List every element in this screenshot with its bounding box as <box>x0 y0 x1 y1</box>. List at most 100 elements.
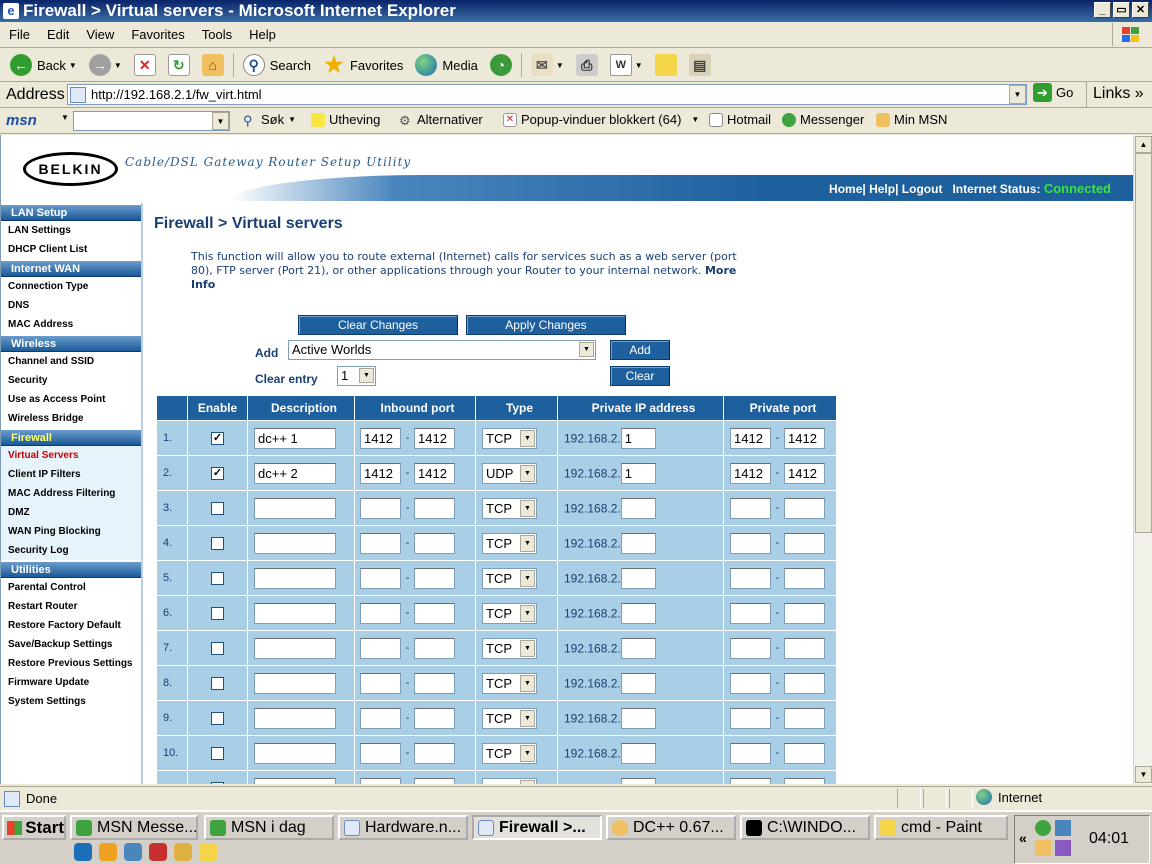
inbound-port-to-input[interactable] <box>414 637 455 659</box>
enable-checkbox[interactable] <box>211 641 224 655</box>
inbound-port-to-input[interactable] <box>414 672 455 694</box>
task-dcpp[interactable]: DC++ 0.67... <box>606 815 736 840</box>
enable-checkbox[interactable] <box>211 606 224 620</box>
favorites-button[interactable]: ★ Favorites <box>317 51 409 79</box>
chevron-down-icon[interactable]: ▼ <box>520 464 535 482</box>
clear-changes-button[interactable]: Clear Changes <box>298 315 458 335</box>
protocol-select[interactable]: TCP ▼ <box>482 532 537 554</box>
sidebar-heading-lan-setup[interactable]: LAN Setup <box>1 205 141 221</box>
description-input[interactable] <box>254 567 336 589</box>
enable-checkbox[interactable] <box>211 676 224 690</box>
private-ip-input[interactable] <box>620 497 656 519</box>
sidebar-heading-firewall[interactable]: Firewall <box>1 430 141 446</box>
menu-help[interactable]: Help <box>240 27 284 42</box>
sidebar-item-dns[interactable]: DNS <box>1 296 141 315</box>
logout-link[interactable]: Logout <box>902 182 943 196</box>
private-ip-input[interactable]: 1 <box>620 427 656 449</box>
enable-checkbox[interactable] <box>211 571 224 585</box>
protocol-select[interactable]: TCP ▼ <box>482 707 537 729</box>
inbound-port-from-input[interactable] <box>360 497 401 519</box>
inbound-port-to-input[interactable] <box>414 742 455 764</box>
private-port-from-input[interactable]: 1412 <box>730 427 771 449</box>
private-port-from-input[interactable]: 1412 <box>730 462 771 484</box>
chevron-down-icon[interactable]: ▼ <box>212 112 229 130</box>
sidebar-item-system-settings[interactable]: System Settings <box>1 692 141 711</box>
sidebar-item-mac-filtering[interactable]: MAC Address Filtering <box>1 484 141 503</box>
scroll-thumb[interactable] <box>1135 153 1152 533</box>
description-input[interactable]: dc++ 2 <box>254 462 336 484</box>
tool-icon[interactable] <box>174 843 192 861</box>
private-ip-input[interactable] <box>620 742 656 764</box>
private-ip-input[interactable] <box>620 567 656 589</box>
sidebar-item-wireless-bridge[interactable]: Wireless Bridge <box>1 409 141 428</box>
dropdown-arrow-icon[interactable]: ▼ <box>635 61 643 70</box>
private-ip-input[interactable] <box>620 637 656 659</box>
inbound-port-to-input[interactable]: 1412 <box>414 462 455 484</box>
edit-button[interactable]: W ▼ <box>604 51 649 79</box>
tray-expand-icon[interactable]: « <box>1019 830 1027 846</box>
private-ip-input[interactable] <box>620 532 656 554</box>
private-ip-input[interactable]: 1 <box>620 462 656 484</box>
ie-quicklaunch-icon[interactable] <box>74 843 92 861</box>
inbound-port-from-input[interactable] <box>360 672 401 694</box>
inbound-port-from-input[interactable]: 1412 <box>360 462 401 484</box>
private-port-from-input[interactable] <box>730 777 771 784</box>
private-port-to-input[interactable] <box>784 602 825 624</box>
scroll-down-icon[interactable]: ▼ <box>1135 766 1152 783</box>
stop-button[interactable]: ✕ <box>128 51 162 79</box>
inbound-port-to-input[interactable] <box>414 497 455 519</box>
description-input[interactable] <box>254 497 336 519</box>
sidebar-heading-internet-wan[interactable]: Internet WAN <box>1 261 141 277</box>
my-msn-button[interactable]: Min MSN <box>876 112 947 127</box>
protocol-select[interactable]: TCP ▼ <box>482 602 537 624</box>
dropdown-arrow-icon[interactable]: ▼ <box>556 61 564 70</box>
task-msn-i-dag[interactable]: MSN i dag <box>204 815 334 840</box>
print-button[interactable]: ⎙ <box>570 51 604 79</box>
chevron-down-icon[interactable]: ▼ <box>359 368 374 383</box>
msn-logo[interactable]: msn <box>0 112 58 129</box>
clock-app-icon[interactable] <box>199 843 217 861</box>
enable-checkbox[interactable] <box>211 536 224 550</box>
menu-edit[interactable]: Edit <box>38 27 77 42</box>
chevron-down-icon[interactable]: ▼ <box>520 639 535 657</box>
enable-checkbox[interactable]: ✓ <box>211 431 224 445</box>
enable-checkbox[interactable] <box>211 781 224 784</box>
mail-button[interactable]: ✉ ▼ <box>525 51 570 79</box>
private-port-to-input[interactable] <box>784 497 825 519</box>
refresh-button[interactable]: ↻ <box>162 51 196 79</box>
sidebar-item-access-point[interactable]: Use as Access Point <box>1 390 141 409</box>
messenger-tray-icon[interactable] <box>1035 820 1051 836</box>
chevron-down-icon[interactable]: ▼ <box>520 744 535 762</box>
clear-button[interactable]: Clear <box>610 366 670 386</box>
maximize-button[interactable]: ▭ <box>1113 2 1130 18</box>
close-button[interactable]: ✕ <box>1132 2 1149 18</box>
chevron-down-icon[interactable]: ▼ <box>520 429 535 447</box>
scroll-up-icon[interactable]: ▲ <box>1135 136 1152 153</box>
inbound-port-to-input[interactable] <box>414 532 455 554</box>
menu-favorites[interactable]: Favorites <box>122 27 192 42</box>
dropdown-arrow-icon[interactable]: ▼ <box>114 61 122 70</box>
sidebar-item-save-backup[interactable]: Save/Backup Settings <box>1 635 141 654</box>
private-port-to-input[interactable] <box>784 532 825 554</box>
private-ip-input[interactable] <box>620 672 656 694</box>
highlight-button[interactable]: Utheving <box>311 112 380 127</box>
inbound-port-from-input[interactable] <box>360 707 401 729</box>
private-port-from-input[interactable] <box>730 602 771 624</box>
chevron-down-icon[interactable]: ▼ <box>1009 85 1026 104</box>
hotmail-button[interactable]: Hotmail <box>709 112 771 127</box>
options-button[interactable]: ⚙ Alternativer <box>399 112 483 128</box>
sidebar-item-channel-ssid[interactable]: Channel and SSID <box>1 352 141 371</box>
add-button[interactable]: Add <box>610 340 670 360</box>
enable-checkbox[interactable]: ✓ <box>211 466 224 480</box>
chevron-down-icon[interactable]: ▼ <box>520 569 535 587</box>
sidebar-item-wan-ping-blocking[interactable]: WAN Ping Blocking <box>1 522 141 541</box>
private-port-from-input[interactable] <box>730 707 771 729</box>
private-port-to-input[interactable] <box>784 707 825 729</box>
outlook-icon[interactable] <box>124 843 142 861</box>
chevron-down-icon[interactable]: ▼ <box>520 709 535 727</box>
sidebar-item-virtual-servers[interactable]: Virtual Servers <box>1 446 141 465</box>
app-icon[interactable] <box>149 843 167 861</box>
window-title-bar[interactable]: e Firewall > Virtual servers - Microsoft… <box>0 0 1152 22</box>
inbound-port-from-input[interactable] <box>360 777 401 784</box>
enable-checkbox[interactable] <box>211 746 224 760</box>
